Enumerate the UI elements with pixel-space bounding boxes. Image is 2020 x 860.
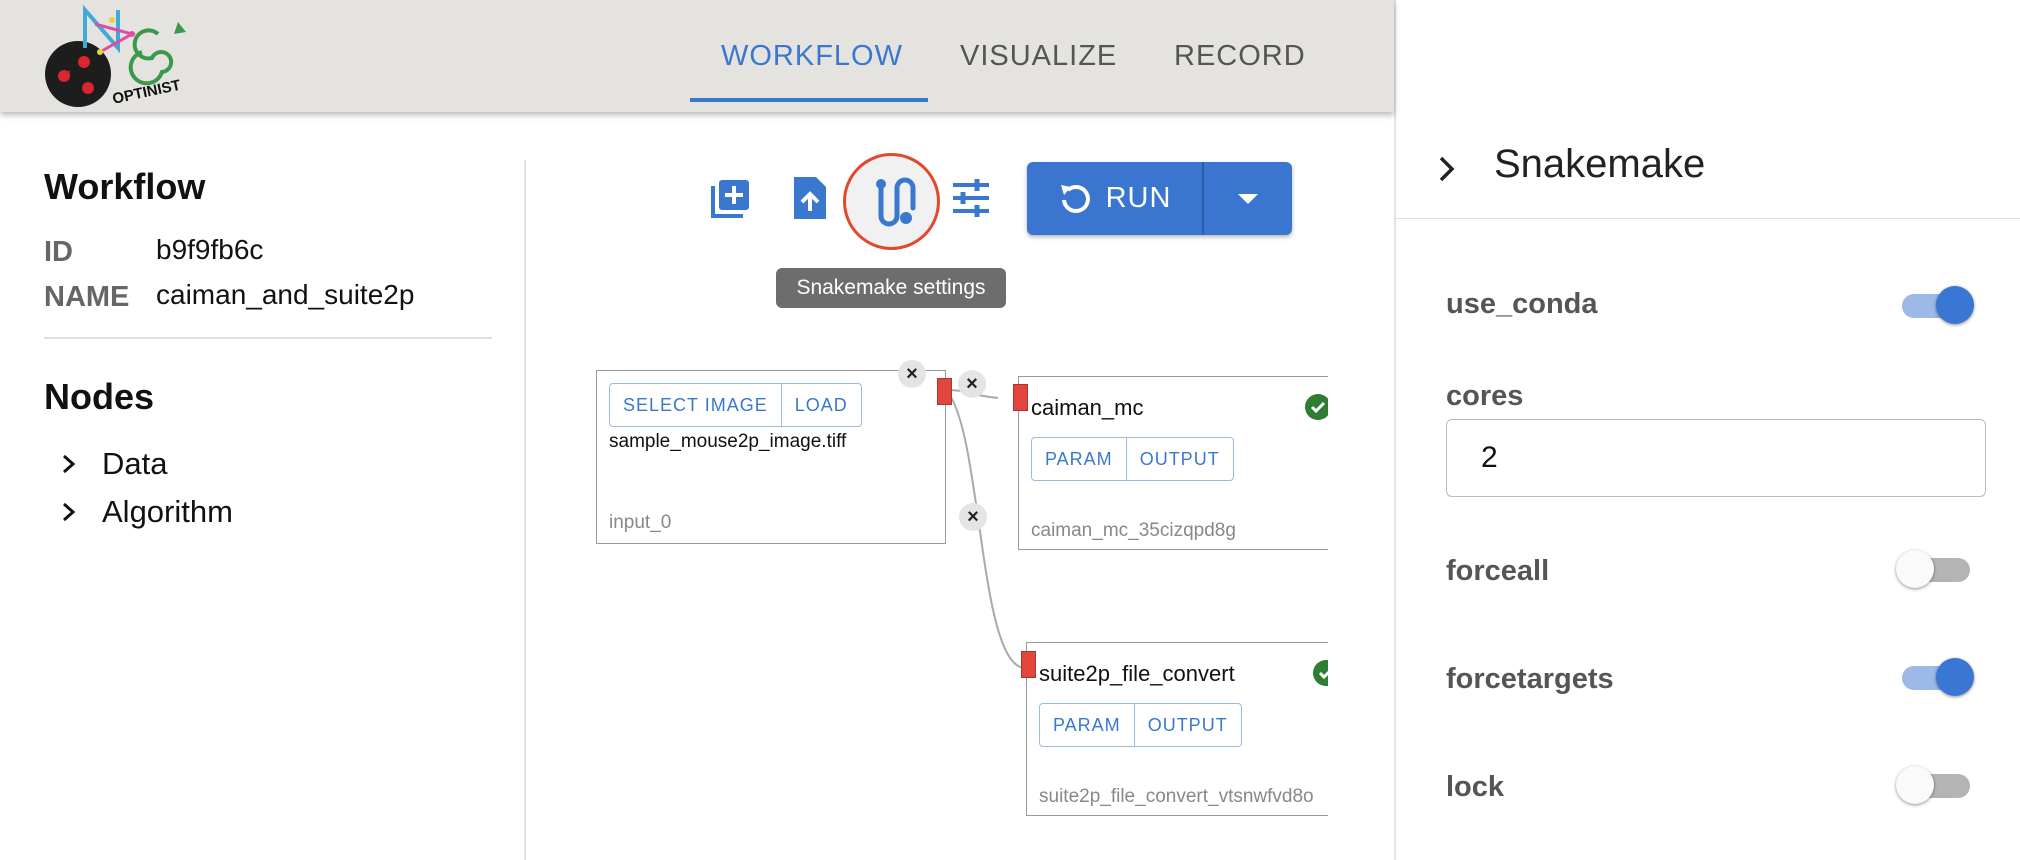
- forcetargets-label: forcetargets: [1446, 663, 1614, 695]
- tree-item-label: Algorithm: [102, 494, 233, 529]
- import-button[interactable]: [780, 168, 840, 228]
- tab-visualize[interactable]: VISUALIZE: [960, 40, 1117, 73]
- success-check-icon: [1305, 394, 1328, 420]
- input-file-name: sample_mouse2p_image.tiff: [609, 431, 847, 452]
- input-node[interactable]: SELECT IMAGE LOAD sample_mouse2p_image.t…: [596, 370, 946, 544]
- node-id: suite2p_file_convert_vtsnwfvd8o: [1039, 786, 1314, 807]
- input-handle[interactable]: [1021, 651, 1036, 678]
- cores-label: cores: [1446, 380, 1524, 412]
- id-label: ID: [44, 236, 73, 268]
- tab-record[interactable]: RECORD: [1174, 40, 1306, 73]
- forceall-label: forceall: [1446, 555, 1550, 587]
- library-add-icon: [711, 180, 749, 218]
- delete-edge-button[interactable]: ×: [958, 370, 986, 398]
- workflow-name: caiman_and_suite2p: [156, 279, 415, 310]
- arrow-drop-down-icon: [1238, 193, 1258, 204]
- tree-item-algorithm[interactable]: Algorithm: [60, 492, 233, 532]
- nodes-heading: Nodes: [44, 376, 155, 417]
- param-button[interactable]: PARAM: [1032, 438, 1126, 480]
- tune-icon: [953, 179, 989, 217]
- chevron-right-icon[interactable]: [1436, 155, 1458, 183]
- snakemake-settings-panel: Snakemake use_conda cores 2 forceall for…: [1394, 0, 2020, 860]
- edge-input-suite2p: [945, 389, 1027, 670]
- param-button[interactable]: PARAM: [1040, 704, 1134, 746]
- panel-header: Snakemake: [1396, 0, 2020, 219]
- workflow-id: b9f9fb6c: [156, 234, 264, 265]
- active-tab-indicator: [690, 98, 928, 102]
- node-buttons: PARAM OUTPUT: [1039, 703, 1242, 747]
- lock-toggle[interactable]: [1896, 762, 1974, 810]
- sidebar-split-divider[interactable]: [524, 160, 526, 860]
- app-bar: OPTINIST WORKFLOW VISUALIZE RECORD: [0, 0, 1394, 112]
- sidebar-divider: [44, 337, 492, 339]
- run-split-button: RUN: [1027, 162, 1292, 235]
- output-handle[interactable]: [937, 378, 952, 405]
- delete-node-button[interactable]: ×: [898, 360, 926, 388]
- run-button[interactable]: RUN: [1027, 162, 1202, 235]
- node-title: suite2p_file_convert: [1039, 661, 1235, 686]
- run-options-dropdown[interactable]: [1204, 162, 1292, 235]
- use-conda-toggle[interactable]: [1896, 282, 1974, 330]
- output-button[interactable]: OUTPUT: [1133, 704, 1241, 746]
- tree-item-data[interactable]: Data: [60, 444, 167, 484]
- node-id: input_0: [609, 512, 672, 533]
- output-button[interactable]: OUTPUT: [1125, 438, 1233, 480]
- tab-workflow[interactable]: WORKFLOW: [721, 40, 903, 73]
- delete-edge-button[interactable]: ×: [959, 503, 987, 531]
- chevron-right-icon: [63, 454, 76, 474]
- workflow-canvas[interactable]: SELECT IMAGE LOAD sample_mouse2p_image.t…: [528, 340, 1328, 860]
- file-upload-icon: [794, 177, 826, 219]
- snakemake-tooltip: Snakemake settings: [776, 268, 1006, 308]
- node-id: caiman_mc_35cizqpd8g: [1031, 520, 1236, 541]
- name-label: NAME: [44, 281, 130, 313]
- tree-item-label: Data: [102, 446, 168, 481]
- lock-label: lock: [1446, 771, 1505, 803]
- suite2p-file-convert-node[interactable]: suite2p_file_convert PARAM OUTPUT suite2…: [1026, 642, 1328, 816]
- workflow-heading: Workflow: [44, 166, 206, 207]
- route-icon: [876, 177, 916, 227]
- node-title: caiman_mc: [1031, 395, 1144, 420]
- forceall-toggle[interactable]: [1896, 546, 1974, 594]
- cores-input[interactable]: 2: [1446, 419, 1986, 497]
- chevron-right-icon: [63, 502, 76, 522]
- input-handle[interactable]: [1013, 384, 1028, 411]
- snakemake-settings-button[interactable]: [843, 153, 940, 250]
- select-image-button[interactable]: SELECT IMAGE: [610, 384, 781, 426]
- success-check-icon: [1313, 660, 1328, 686]
- parameters-button[interactable]: [941, 168, 1001, 228]
- forcetargets-toggle[interactable]: [1896, 654, 1974, 702]
- panel-title: Snakemake: [1494, 142, 1706, 186]
- input-node-buttons: SELECT IMAGE LOAD: [609, 383, 862, 427]
- replay-icon: [1060, 184, 1090, 213]
- use-conda-label: use_conda: [1446, 288, 1598, 320]
- run-label: RUN: [1105, 182, 1172, 214]
- node-buttons: PARAM OUTPUT: [1031, 437, 1234, 481]
- add-node-button[interactable]: [701, 168, 761, 228]
- load-button[interactable]: LOAD: [780, 384, 861, 426]
- caiman-mc-node[interactable]: caiman_mc PARAM OUTPUT caiman_mc_35cizqp…: [1018, 376, 1328, 550]
- optinist-logo[interactable]: OPTINIST: [40, 4, 210, 110]
